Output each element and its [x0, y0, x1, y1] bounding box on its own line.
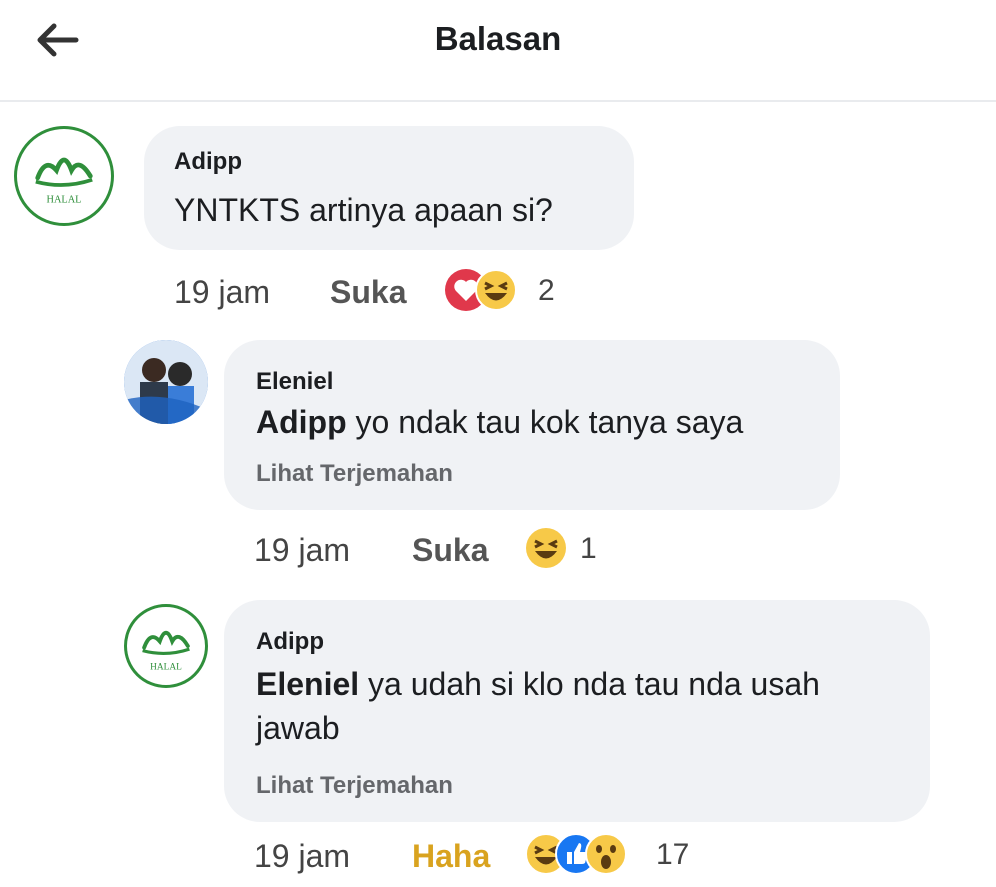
comment-bubble[interactable]: Eleniel Adipp yo ndak tau kok tanya saya… — [224, 340, 840, 510]
reaction-count: 1 — [580, 532, 597, 565]
avatar-label: HALAL — [47, 194, 82, 205]
reaction-summary[interactable] — [524, 526, 574, 570]
avatar[interactable]: HALAL — [124, 604, 208, 688]
haha-icon — [526, 528, 566, 568]
comment-meta: 19 jam Haha 17 — [254, 833, 754, 882]
comment-body-line2: jawab — [256, 710, 340, 746]
avatar[interactable] — [124, 340, 208, 424]
wow-icon — [585, 833, 627, 875]
comment-body: yo ndak tau kok tanya saya — [346, 404, 744, 440]
comment-bubble[interactable]: Adipp Eleniel ya udah si klo nda tau nda… — [224, 600, 930, 822]
comment-text: YNTKTS artinya apaan si? — [174, 192, 553, 228]
profile-photo-icon — [124, 340, 208, 424]
top-bar: Balasan — [0, 0, 996, 102]
comment-author[interactable]: Adipp — [174, 148, 242, 176]
comment-bubble[interactable]: Adipp YNTKTS artinya apaan si? — [144, 126, 634, 250]
mention-link[interactable]: Adipp — [256, 404, 347, 440]
comment-time: 19 jam — [174, 274, 271, 310]
like-button[interactable]: Suka — [330, 274, 406, 311]
comment-meta: 19 jam Suka 1 — [254, 528, 654, 576]
reaction-count: 17 — [656, 838, 690, 871]
like-button[interactable]: Suka — [412, 532, 488, 569]
avatar-label: HALAL — [150, 662, 182, 672]
halal-logo-icon: HALAL — [142, 630, 190, 672]
see-translation-link[interactable]: Lihat Terjemahan — [256, 460, 453, 488]
see-translation-link[interactable]: Lihat Terjemahan — [256, 772, 453, 800]
comment-text: Adipp yo ndak tau kok tanya saya — [256, 400, 743, 444]
reaction-summary[interactable] — [524, 832, 644, 876]
comment-author[interactable]: Adipp — [256, 628, 324, 656]
comment-meta: 19 jam Suka 2 — [174, 269, 674, 318]
reaction-count: 2 — [538, 274, 555, 307]
mention-link[interactable]: Eleniel — [256, 666, 359, 702]
comment-author[interactable]: Eleniel — [256, 368, 333, 396]
comment-text: Eleniel ya udah si klo nda tau nda usah … — [256, 662, 916, 750]
avatar[interactable]: HALAL — [14, 126, 114, 226]
page-title: Balasan — [434, 20, 562, 57]
reaction-summary[interactable] — [444, 268, 534, 312]
halal-logo-icon: HALAL — [35, 157, 93, 205]
comment-body: ya udah si klo nda tau nda usah — [359, 666, 820, 702]
comment-time: 19 jam — [254, 532, 351, 568]
comment-time: 19 jam — [254, 838, 351, 874]
haha-reaction-button[interactable]: Haha — [412, 838, 490, 875]
haha-icon — [475, 269, 517, 311]
